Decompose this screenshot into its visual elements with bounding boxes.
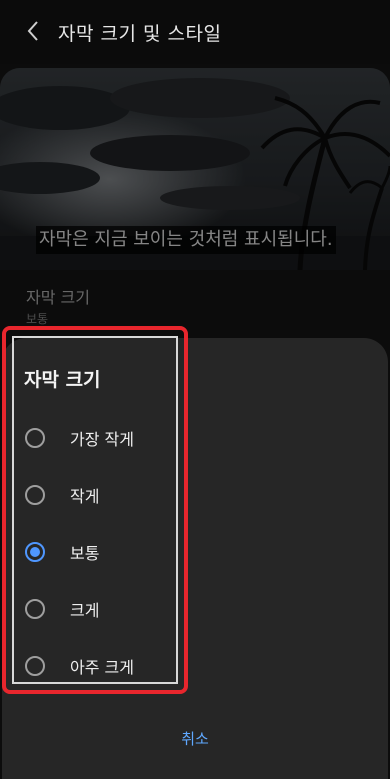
back-button[interactable] xyxy=(20,18,46,44)
cancel-button[interactable]: 취소 xyxy=(0,728,390,749)
app-bar: 자막 크기 및 스타일 xyxy=(0,0,390,64)
page-title: 자막 크기 및 스타일 xyxy=(58,23,222,45)
highlight-annotation-box xyxy=(2,326,188,694)
chevron-left-icon xyxy=(27,21,38,41)
